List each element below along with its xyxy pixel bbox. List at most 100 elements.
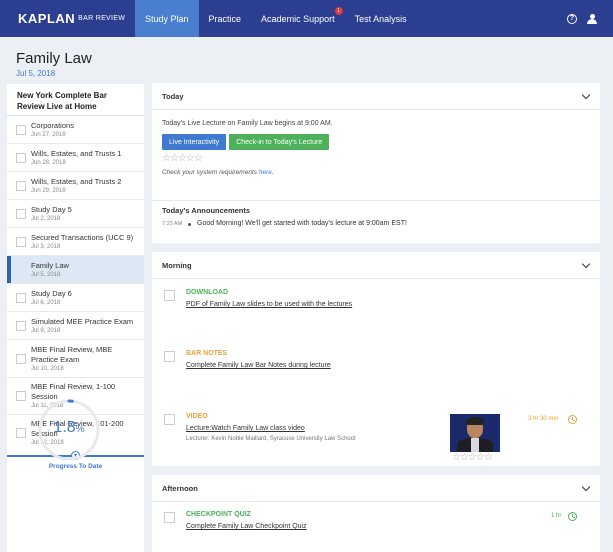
tab-label: Academic Support — [261, 13, 335, 24]
tab-test-analysis[interactable]: Test Analysis — [345, 0, 417, 37]
task-type: BAR NOTES — [186, 350, 228, 357]
today-panel: Today Today's Live Lecture on Family Law… — [152, 83, 600, 243]
item-name: Secured Transactions (UCC 9) — [31, 232, 134, 242]
task-download[interactable]: DOWNLOAD PDF of Family Law slides to be … — [164, 289, 584, 315]
today-title: Today — [162, 91, 184, 101]
announcements-title: Today's Announcements — [162, 206, 251, 215]
item-name: Family Law — [31, 260, 69, 270]
morning-title: Morning — [162, 260, 192, 270]
sidebar-item-simulated-mee[interactable]: Simulated MEE Practice Exam Jul 9, 2018 — [7, 312, 144, 340]
live-interactivity-button[interactable]: Live Interactivity — [162, 134, 227, 150]
notification-badge: 1 — [334, 7, 343, 15]
item-date: Jul 2, 2018 — [31, 215, 61, 222]
page-date: Jul 5, 2018 — [16, 69, 56, 78]
task-checkbox[interactable] — [164, 512, 175, 523]
item-date: Jul 3, 2018 — [31, 243, 61, 250]
sidebar-title: New York Complete Bar Review Live at Hom… — [7, 84, 144, 116]
sidebar-item-secured-transactions[interactable]: Secured Transactions (UCC 9) Jul 3, 2018 — [7, 228, 144, 256]
progress-unit: % — [75, 424, 85, 435]
task-link[interactable]: Complete Family Law Bar Notes during lec… — [186, 362, 331, 369]
completion-checkbox[interactable] — [16, 208, 26, 219]
chevron-down-icon[interactable] — [582, 484, 590, 492]
tab-label: Study Plan — [145, 13, 189, 24]
nav-right-icons: ? — [567, 0, 613, 37]
check-in-button[interactable]: Check-in to Today's Lecture — [229, 134, 330, 150]
sidebar-item-mbe-practice[interactable]: MBE Final Review, MBE Practice Exam Jul 1… — [7, 340, 144, 378]
chevron-down-icon[interactable] — [582, 261, 590, 269]
progress-label: Progress To Date — [48, 463, 103, 470]
progress-value: 1.8% — [36, 419, 102, 437]
completion-checkbox[interactable] — [16, 353, 26, 364]
tab-academic-support[interactable]: Academic Support 1 — [251, 0, 345, 37]
system-requirements: Check your system requirements here. — [162, 169, 274, 176]
afternoon-header[interactable]: Afternoon — [152, 475, 600, 502]
clock-icon — [568, 415, 577, 424]
task-bar-notes[interactable]: BAR NOTES Complete Family Law Bar Notes … — [164, 350, 584, 376]
task-link[interactable]: Complete Family Law Checkpoint Quiz — [186, 523, 307, 530]
clock-icon — [568, 512, 577, 521]
item-name: Corporations — [31, 120, 74, 130]
announcement-text: Good Morning! We'll get started with tod… — [197, 220, 407, 227]
tab-study-plan[interactable]: Study Plan — [135, 0, 199, 37]
progress-number: 1.8 — [53, 419, 76, 436]
announcement-time: 7:23 AM — [162, 221, 183, 227]
sidebar-item-wills-1[interactable]: Wills, Estates, and Trusts 1 Jun 28, 2018 — [7, 144, 144, 172]
task-checkpoint-quiz[interactable]: CHECKPOINT QUIZ Complete Family Law Chec… — [164, 511, 584, 537]
logo-sub: BAR REVIEW — [78, 15, 126, 22]
completion-checkbox[interactable] — [16, 124, 26, 135]
lecture-info: Today's Live Lecture on Family Law begin… — [162, 120, 333, 127]
sidebar-item-corporations[interactable]: Corporations Jun 27, 2018 — [7, 116, 144, 144]
divider — [152, 200, 600, 201]
completion-checkbox[interactable] — [16, 152, 26, 163]
sidebar-item-family-law[interactable]: Family Law Jul 5, 2018 — [7, 256, 144, 284]
item-date: Jul 6, 2018 — [31, 299, 61, 306]
task-checkbox[interactable] — [164, 351, 175, 362]
item-date: Jun 29, 2018 — [31, 187, 66, 194]
sysreq-link[interactable]: here — [259, 169, 272, 176]
tab-label: Practice — [208, 13, 242, 24]
video-duration: 3 hr 30 min — [528, 416, 559, 422]
kaplan-logo[interactable]: KAPLAN BAR REVIEW — [0, 0, 135, 37]
completion-checkbox[interactable] — [16, 391, 26, 401]
afternoon-title: Afternoon — [162, 483, 198, 493]
task-checkbox[interactable] — [164, 414, 175, 425]
task-link[interactable]: PDF of Family Law slides to be used with… — [186, 301, 352, 308]
thumbnail-hair — [466, 417, 484, 425]
item-name: Simulated MEE Practice Exam — [31, 316, 134, 326]
thumbnail-shirt — [471, 438, 479, 452]
item-name: Study Day 5 — [31, 204, 72, 214]
sidebar-item-study-day-5[interactable]: Study Day 5 Jul 2, 2018 — [7, 200, 144, 228]
completion-checkbox[interactable] — [16, 180, 26, 191]
completion-checkbox[interactable] — [16, 236, 26, 247]
item-name: Study Day 6 — [31, 288, 72, 298]
video-rating-stars[interactable]: ☆☆☆☆☆ — [452, 452, 493, 463]
sysreq-text: Check your system requirements — [162, 169, 258, 176]
tab-practice[interactable]: Practice — [199, 0, 252, 37]
item-name: Wills, Estates, and Trusts 2 — [31, 176, 122, 186]
sidebar-item-study-day-6[interactable]: Study Day 6 Jul 6, 2018 — [7, 284, 144, 312]
top-nav: KAPLAN BAR REVIEW Study Plan Practice Ac… — [0, 0, 613, 37]
help-icon[interactable]: ? — [567, 13, 577, 24]
task-video[interactable]: VIDEO Lecture:Watch Family Law class vid… — [164, 413, 444, 447]
chevron-down-icon[interactable] — [582, 92, 590, 100]
sidebar-item-wills-2[interactable]: Wills, Estates, and Trusts 2 Jun 29, 2018 — [7, 172, 144, 200]
user-icon[interactable] — [587, 13, 597, 24]
page-title: Family Law — [16, 50, 92, 67]
task-link[interactable]: Lecture:Watch Family Law class video — [186, 425, 305, 432]
rating-stars[interactable]: ☆☆☆☆☆ — [162, 153, 590, 164]
today-header[interactable]: Today — [152, 83, 600, 110]
task-checkbox[interactable] — [164, 290, 175, 301]
item-name: Wills, Estates, and Trusts 1 — [31, 148, 122, 158]
completion-checkbox[interactable] — [16, 320, 26, 331]
task-type: VIDEO — [186, 413, 208, 420]
video-thumbnail[interactable] — [450, 414, 500, 452]
item-name: MBE Final Review, MBE Practice Exam — [31, 344, 113, 364]
item-date: Jul 5, 2018 — [31, 271, 61, 278]
morning-header[interactable]: Morning — [152, 252, 600, 279]
today-body: Today's Live Lecture on Family Law begin… — [152, 110, 600, 176]
completion-checkbox[interactable] — [16, 428, 26, 438]
completion-checkbox[interactable] — [16, 292, 26, 303]
bullet-icon — [188, 223, 191, 226]
quiz-duration: 1 hr — [551, 513, 562, 519]
lecturer-info: Lecturer: Kevin Noble Maillard, Syracuse… — [186, 436, 356, 442]
